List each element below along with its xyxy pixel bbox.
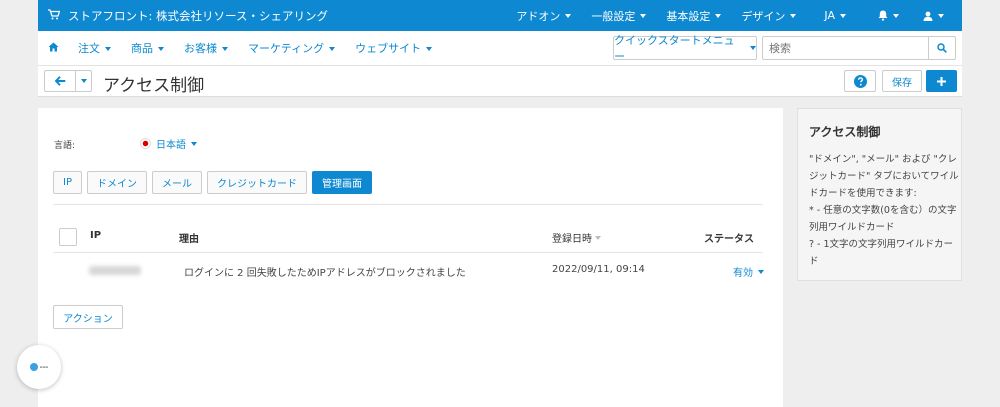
help-button[interactable] (844, 70, 876, 92)
sidebar-text: "ドメイン", "メール" および "クレジットカード" タブにおいてワイルドカ… (809, 154, 959, 199)
nav-label: 商品 (131, 42, 153, 55)
language-label: 言語: (54, 141, 76, 151)
info-sidebar: アクセス制御 "ドメイン", "メール" および "クレジットカード" タブにお… (797, 108, 962, 281)
topbar-menu-label: 一般設定 (591, 9, 636, 23)
table-header-divider (53, 252, 763, 253)
topbar-menu-label: 基本設定 (666, 9, 711, 23)
quickstart-label: クイックスタートメニュー (614, 34, 735, 63)
add-button[interactable] (926, 70, 957, 92)
chevron-down-icon (790, 13, 797, 18)
nav-website[interactable]: ウェブサイト (345, 40, 442, 56)
ip-address-redacted (89, 266, 141, 275)
save-button[interactable]: 保存 (882, 70, 922, 92)
chevron-down-icon (105, 47, 111, 51)
tab-admin-panel[interactable]: 管理画面 (311, 171, 372, 194)
main-nav: 注文 商品 お客様 マーケティング ウェブサイト クイックスタートメニュー (38, 31, 962, 66)
chevron-down-icon (840, 13, 846, 18)
user-menu[interactable] (913, 11, 962, 21)
back-button[interactable] (44, 70, 76, 92)
nav-products[interactable]: 商品 (121, 40, 174, 56)
page-title: アクセス制御 (103, 76, 205, 96)
column-header-reason: 理由 (179, 234, 199, 245)
notifications-menu[interactable] (864, 10, 913, 21)
chevron-down-icon (938, 13, 944, 18)
tab-email[interactable]: メール (151, 171, 202, 194)
quickstart-menu-button[interactable]: クイックスタートメニュー (613, 34, 757, 63)
plus-icon (937, 76, 946, 86)
bell-icon (878, 10, 888, 21)
row-status-label: 有効 (733, 268, 753, 279)
home-icon[interactable] (38, 42, 68, 55)
topbar-menu-label: JA (824, 9, 835, 22)
select-all-checkbox[interactable] (59, 228, 77, 246)
sidebar-body: "ドメイン", "メール" および "クレジットカード" タブにおいてワイルドカ… (809, 151, 959, 270)
widget-logo-mark: ▬▬▬ (39, 365, 49, 369)
search-input[interactable] (762, 36, 928, 60)
storefront-selector[interactable]: ストアフロント: 株式会社リソース・シェアリング (38, 8, 328, 24)
chevron-down-icon (191, 141, 197, 146)
main-panel: 言語: 日本語 IP ドメイン メール クレジットカード 管理画面 IP 理由 … (38, 108, 783, 407)
nav-orders[interactable]: 注文 (68, 40, 121, 56)
topbar-menu-basic-settings[interactable]: 基本設定 (656, 8, 731, 24)
title-bar: アクセス制御 保存 (38, 66, 962, 97)
topbar-menu-label: デザイン (741, 9, 786, 23)
column-header-date-label: 登録日時 (552, 234, 592, 245)
arrow-left-icon (54, 76, 65, 86)
nav-label: お客様 (184, 42, 217, 55)
topbar-menu-general-settings[interactable]: 一般設定 (581, 8, 656, 24)
row-status-dropdown[interactable]: 有効 (733, 264, 764, 279)
nav-label: ウェブサイト (355, 42, 422, 55)
sidebar-text: ? - 1文字の文字列用ワイルドカード (809, 239, 954, 267)
tab-ip[interactable]: IP (53, 171, 82, 194)
column-header-date[interactable]: 登録日時 (552, 230, 601, 245)
chevron-down-icon (426, 47, 433, 51)
actions-button[interactable]: アクション (53, 305, 123, 329)
tab-domain[interactable]: ドメイン (86, 171, 147, 194)
user-icon (923, 11, 933, 21)
column-header-status: ステータス (704, 234, 754, 245)
widget-logo-icon (29, 363, 38, 371)
storefront-name: ストアフロント: 株式会社リソース・シェアリング (68, 8, 328, 23)
tab-credit-card[interactable]: クレジットカード (206, 171, 307, 194)
nav-marketing[interactable]: マーケティング (238, 40, 345, 56)
chevron-down-icon (893, 13, 899, 18)
topbar-menu-label: アドオン (516, 9, 561, 23)
chevron-down-icon (715, 13, 722, 18)
nav-customers[interactable]: お客様 (174, 40, 238, 56)
chevron-down-icon (80, 79, 87, 83)
language-value: 日本語 (156, 140, 186, 151)
chevron-down-icon (158, 47, 164, 51)
row-date: 2022/09/11, 09:14 (552, 264, 645, 275)
nav-label: 注文 (78, 42, 100, 55)
nav-label: マーケティング (248, 42, 325, 55)
sidebar-title: アクセス制御 (809, 125, 881, 139)
back-dropdown-button[interactable] (75, 70, 92, 92)
chevron-down-icon (329, 47, 336, 51)
chevron-down-icon (565, 13, 572, 18)
sort-icon (595, 235, 601, 240)
chevron-down-icon (222, 47, 228, 51)
topbar-menu-addons[interactable]: アドオン (506, 8, 581, 24)
search-button[interactable] (928, 36, 956, 60)
chevron-down-icon (750, 46, 756, 50)
question-icon (853, 74, 867, 88)
column-header-ip: IP (90, 230, 102, 241)
section-divider (53, 204, 763, 205)
access-tabs: IP ドメイン メール クレジットカード 管理画面 (53, 171, 377, 194)
japan-flag-icon (140, 138, 151, 149)
floating-widget-button[interactable]: ▬▬▬ (17, 345, 61, 389)
topbar-menu-design[interactable]: デザイン (731, 8, 806, 24)
top-bar: ストアフロント: 株式会社リソース・シェアリング アドオン 一般設定 基本設定 … (38, 0, 962, 31)
sidebar-text: * - 任意の文字数(0を含む）の文字列用ワイルドカード (809, 205, 957, 233)
language-selector[interactable]: 日本語 (140, 136, 197, 151)
chevron-down-icon (758, 269, 764, 274)
chevron-down-icon (640, 13, 647, 18)
search-icon (937, 43, 947, 53)
row-reason: ログインに 2 回失敗したためIPアドレスがブロックされました (184, 268, 466, 279)
topbar-menu-language[interactable]: JA (806, 9, 864, 22)
cart-icon (48, 8, 61, 23)
